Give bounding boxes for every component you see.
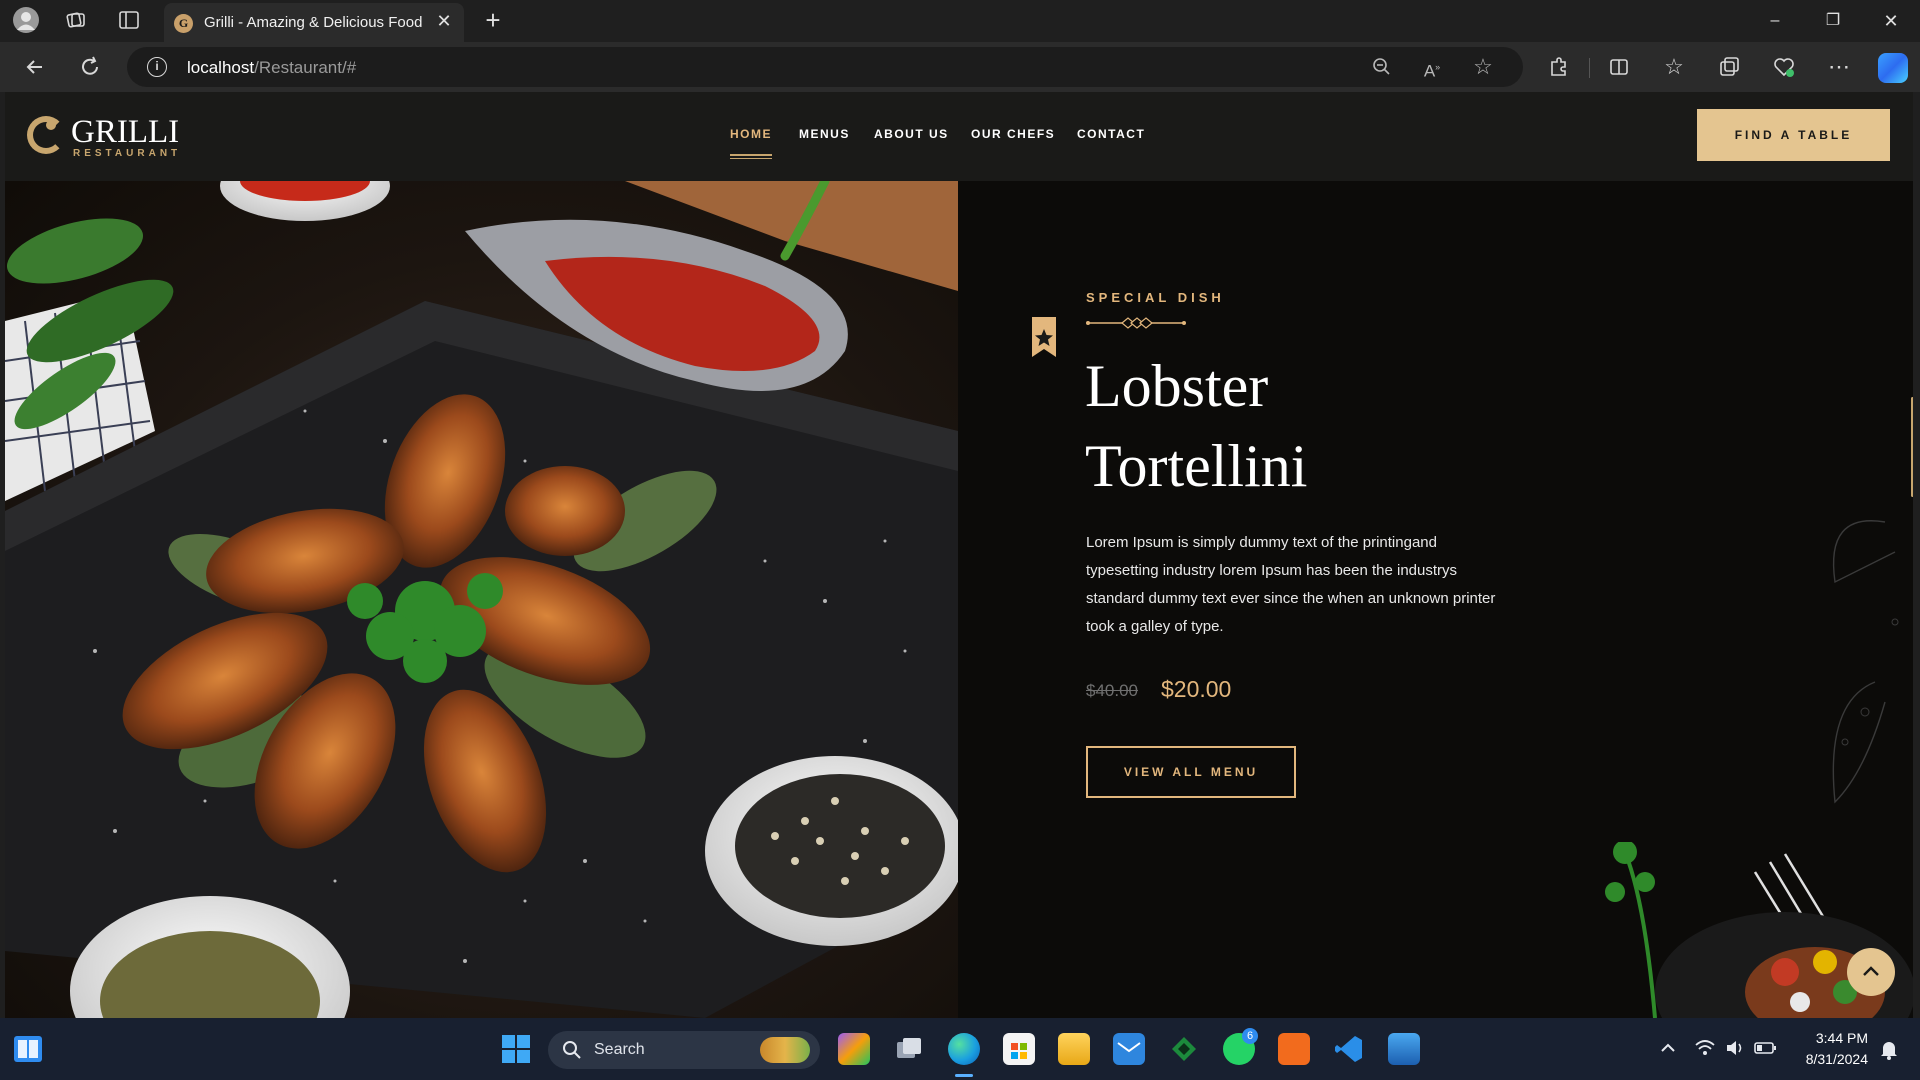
site-logo[interactable]: GRILLI RESTAURANT bbox=[27, 114, 180, 164]
logo-name: GRILLI bbox=[71, 114, 180, 150]
edge-active-indicator bbox=[955, 1074, 973, 1077]
chili-sketch-decoration bbox=[1765, 482, 1913, 822]
reload-icon[interactable] bbox=[75, 52, 105, 82]
task-view-icon[interactable] bbox=[893, 1033, 925, 1065]
nav-home[interactable]: HOME bbox=[730, 127, 772, 141]
copilot-icon[interactable] bbox=[1878, 53, 1908, 83]
favorite-star-icon[interactable]: ☆ bbox=[1468, 52, 1498, 82]
collections-icon[interactable] bbox=[1714, 52, 1744, 82]
special-dish-label: SPECIAL DISH bbox=[1086, 290, 1225, 305]
page-viewport: GRILLI RESTAURANT HOME MENUS ABOUT US OU… bbox=[5, 92, 1913, 1018]
clock-time[interactable]: 3:44 PM bbox=[1794, 1030, 1868, 1046]
browser-toolbar: i localhost/Restaurant/# A» ☆ ☆ ⋯ bbox=[0, 42, 1920, 92]
back-arrow-icon[interactable] bbox=[20, 52, 50, 82]
special-dish-image bbox=[5, 181, 958, 1018]
battery-icon[interactable] bbox=[1754, 1039, 1778, 1057]
search-icon bbox=[562, 1040, 582, 1060]
workspaces-icon[interactable] bbox=[64, 8, 88, 32]
url-host: localhost bbox=[187, 58, 255, 77]
start-windows-icon[interactable] bbox=[502, 1035, 530, 1063]
dish-title-line-2: Tortellini bbox=[1085, 433, 1308, 499]
new-price: $20.00 bbox=[1161, 676, 1232, 702]
bookmark-star-icon bbox=[1032, 317, 1056, 357]
extensions-icon[interactable] bbox=[1543, 52, 1573, 82]
browser-essentials-icon[interactable] bbox=[1769, 52, 1799, 82]
ornament-divider-icon bbox=[1086, 316, 1186, 330]
url-text[interactable]: localhost/Restaurant/# bbox=[187, 58, 356, 78]
logo-subtitle: RESTAURANT bbox=[73, 148, 182, 159]
nav-our-chefs[interactable]: OUR CHEFS bbox=[971, 127, 1055, 141]
tab-favicon-icon: G bbox=[174, 14, 193, 33]
more-menu-icon[interactable]: ⋯ bbox=[1824, 52, 1854, 82]
photos-icon[interactable] bbox=[1388, 1033, 1420, 1065]
new-tab-button[interactable]: + bbox=[478, 5, 508, 35]
split-screen-icon[interactable] bbox=[1604, 52, 1634, 82]
tab-close-button[interactable]: ✕ bbox=[434, 11, 454, 31]
copilot-pre-icon[interactable] bbox=[838, 1033, 870, 1065]
edge-browser-icon[interactable] bbox=[948, 1033, 980, 1065]
old-price: $40.00 bbox=[1086, 681, 1138, 700]
close-window-button[interactable]: ✕ bbox=[1876, 8, 1906, 34]
taskbar-search[interactable]: Search bbox=[548, 1031, 820, 1069]
mail-icon[interactable] bbox=[1113, 1033, 1145, 1065]
grilled-chicken-illustration bbox=[5, 181, 958, 1018]
xampp-icon[interactable] bbox=[1278, 1033, 1310, 1065]
logo-dot bbox=[46, 120, 56, 130]
app-green-icon[interactable] bbox=[1168, 1033, 1200, 1065]
vscode-icon[interactable] bbox=[1333, 1033, 1365, 1065]
minimize-button[interactable]: – bbox=[1760, 8, 1790, 34]
nav-menus[interactable]: MENUS bbox=[799, 127, 850, 141]
microsoft-store-icon[interactable] bbox=[1003, 1033, 1035, 1065]
find-a-table-button[interactable]: FIND A TABLE bbox=[1697, 109, 1890, 161]
view-all-menu-button[interactable]: VIEW ALL MENU bbox=[1086, 746, 1296, 798]
file-explorer-icon[interactable] bbox=[1058, 1033, 1090, 1065]
nav-active-underline bbox=[730, 154, 772, 156]
tray-chevron-up-icon[interactable] bbox=[1658, 1038, 1678, 1058]
profile-icon[interactable] bbox=[13, 7, 39, 33]
toolbar-divider bbox=[1589, 58, 1590, 78]
search-label: Search bbox=[594, 1041, 645, 1058]
page-scrollbar-thumb[interactable] bbox=[1911, 397, 1913, 497]
vertical-tabs-icon[interactable] bbox=[118, 9, 140, 31]
favorites-icon[interactable]: ☆ bbox=[1659, 52, 1689, 82]
widgets-icon[interactable] bbox=[14, 1036, 42, 1062]
browser-tab-bar: G Grilli - Amazing & Delicious Food ✕ + … bbox=[0, 0, 1920, 42]
search-highlight-icon bbox=[760, 1037, 810, 1063]
restore-button[interactable]: ❐ bbox=[1818, 8, 1848, 34]
scroll-to-top-button[interactable] bbox=[1847, 948, 1895, 996]
address-bar[interactable]: i localhost/Restaurant/# A» ☆ bbox=[127, 47, 1523, 87]
read-aloud-icon[interactable]: A» bbox=[1417, 52, 1447, 82]
site-header: GRILLI RESTAURANT HOME MENUS ABOUT US OU… bbox=[5, 92, 1913, 181]
url-path: /Restaurant/# bbox=[254, 58, 357, 77]
site-info-icon[interactable]: i bbox=[147, 57, 167, 77]
clock-date[interactable]: 8/31/2024 bbox=[1794, 1051, 1868, 1067]
zoom-out-icon[interactable] bbox=[1367, 52, 1397, 82]
wifi-icon[interactable] bbox=[1694, 1037, 1716, 1059]
windows-taskbar: Search 6 3:44 PM 8/31/2024 bbox=[0, 1018, 1920, 1080]
dish-title-line-1: Lobster bbox=[1085, 353, 1269, 419]
notification-bell-icon[interactable] bbox=[1878, 1038, 1900, 1060]
dish-description: Lorem Ipsum is simply dummy text of the … bbox=[1086, 534, 1496, 635]
nav-active-underline-thin bbox=[730, 158, 772, 159]
nav-about-us[interactable]: ABOUT US bbox=[874, 127, 949, 141]
chevron-up-icon bbox=[1863, 966, 1879, 976]
tab-title: Grilli - Amazing & Delicious Food bbox=[204, 14, 423, 31]
whatsapp-badge: 6 bbox=[1242, 1028, 1258, 1044]
volume-icon[interactable] bbox=[1724, 1037, 1746, 1059]
nav-contact[interactable]: CONTACT bbox=[1077, 127, 1145, 141]
active-tab[interactable]: G Grilli - Amazing & Delicious Food ✕ bbox=[164, 3, 464, 42]
